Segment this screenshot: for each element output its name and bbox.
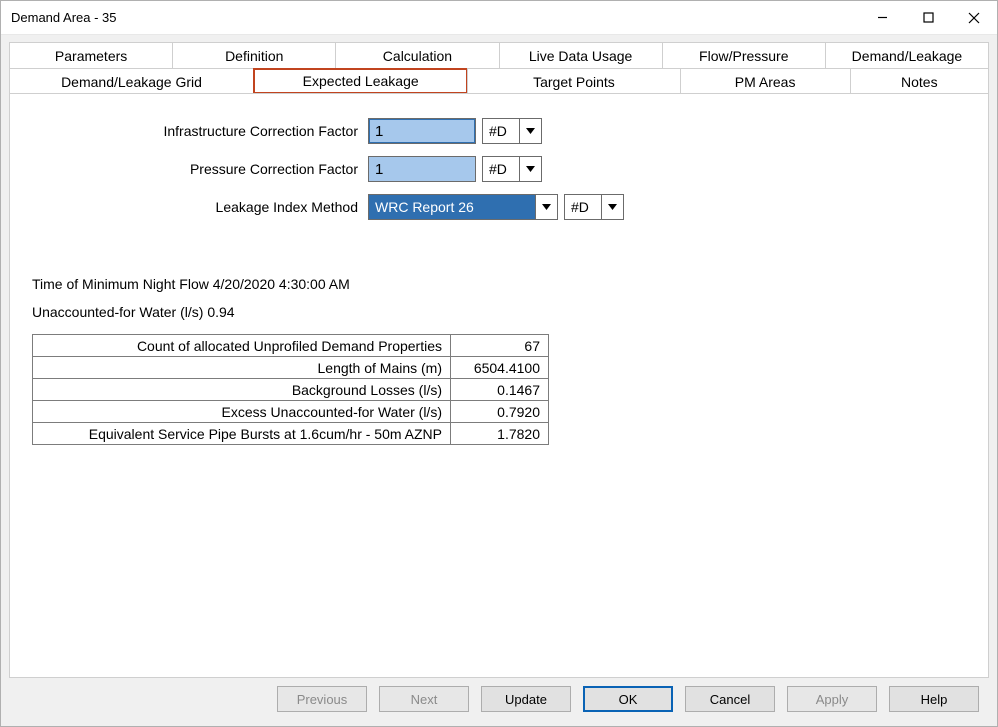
flag-value: #D xyxy=(482,118,520,144)
metric-value: 6504.4100 xyxy=(451,357,549,379)
flag-combo-icf[interactable]: #D xyxy=(482,118,542,144)
previous-button[interactable]: Previous xyxy=(277,686,367,712)
row-lim: Leakage Index Method WRC Report 26 #D xyxy=(128,194,966,220)
info-value: 4/20/2020 4:30:00 AM xyxy=(213,276,350,292)
tab-flow-pressure[interactable]: Flow/Pressure xyxy=(662,42,826,68)
table-row: Length of Mains (m) 6504.4100 xyxy=(33,357,549,379)
tab-definition[interactable]: Definition xyxy=(172,42,336,68)
tab-label: Calculation xyxy=(383,48,452,64)
table-row: Background Losses (l/s) 0.1467 xyxy=(33,379,549,401)
flag-combo-lim[interactable]: #D xyxy=(564,194,624,220)
tab-page-expected-leakage: Infrastructure Correction Factor #D Pres… xyxy=(9,93,989,678)
info-label: Unaccounted-for Water (l/s) xyxy=(32,304,203,320)
flag-value: #D xyxy=(482,156,520,182)
metric-value: 0.7920 xyxy=(451,401,549,423)
tab-notes[interactable]: Notes xyxy=(850,68,989,94)
window-controls xyxy=(859,1,997,34)
metric-value: 1.7820 xyxy=(451,423,549,445)
tab-label: Target Points xyxy=(533,74,615,90)
tab-label: PM Areas xyxy=(735,74,796,90)
tab-label: Demand/Leakage Grid xyxy=(61,74,202,90)
metric-label: Background Losses (l/s) xyxy=(33,379,451,401)
maximize-button[interactable] xyxy=(905,1,951,34)
tabs: Parameters Definition Calculation Live D… xyxy=(9,42,989,678)
cancel-button[interactable]: Cancel xyxy=(685,686,775,712)
dialog-footer: Previous Next Update OK Cancel Apply Hel… xyxy=(9,678,989,718)
unaccounted-water: Unaccounted-for Water (l/s) 0.94 xyxy=(32,304,966,320)
tab-demand-leakage[interactable]: Demand/Leakage xyxy=(825,42,989,68)
next-button[interactable]: Next xyxy=(379,686,469,712)
input-pcf[interactable] xyxy=(368,156,476,182)
label-icf: Infrastructure Correction Factor xyxy=(128,123,368,139)
flag-combo-pcf[interactable]: #D xyxy=(482,156,542,182)
demand-area-dialog: Demand Area - 35 Parameters Definition C… xyxy=(0,0,998,727)
chevron-down-icon[interactable] xyxy=(536,194,558,220)
titlebar: Demand Area - 35 xyxy=(1,1,997,35)
tab-label: Flow/Pressure xyxy=(699,48,788,64)
label-pcf: Pressure Correction Factor xyxy=(128,161,368,177)
min-night-flow: Time of Minimum Night Flow 4/20/2020 4:3… xyxy=(32,276,966,292)
tab-pm-areas[interactable]: PM Areas xyxy=(680,68,851,94)
combo-value: WRC Report 26 xyxy=(368,194,536,220)
chevron-down-icon[interactable] xyxy=(520,118,542,144)
chevron-down-icon[interactable] xyxy=(602,194,624,220)
tab-label: Definition xyxy=(225,48,283,64)
tab-live-data-usage[interactable]: Live Data Usage xyxy=(499,42,663,68)
close-button[interactable] xyxy=(951,1,997,34)
metric-label: Count of allocated Unprofiled Demand Pro… xyxy=(33,335,451,357)
metric-label: Equivalent Service Pipe Bursts at 1.6cum… xyxy=(33,423,451,445)
tab-target-points[interactable]: Target Points xyxy=(467,68,680,94)
form-area: Infrastructure Correction Factor #D Pres… xyxy=(128,118,966,220)
client-area: Parameters Definition Calculation Live D… xyxy=(1,35,997,726)
tab-expected-leakage[interactable]: Expected Leakage xyxy=(253,68,468,94)
metric-value: 67 xyxy=(451,335,549,357)
table-row: Excess Unaccounted-for Water (l/s) 0.792… xyxy=(33,401,549,423)
chevron-down-icon[interactable] xyxy=(520,156,542,182)
label-lim: Leakage Index Method xyxy=(128,199,368,215)
tab-parameters[interactable]: Parameters xyxy=(9,42,173,68)
flag-value: #D xyxy=(564,194,602,220)
tab-label: Demand/Leakage xyxy=(852,48,963,64)
row-icf: Infrastructure Correction Factor #D xyxy=(128,118,966,144)
tab-calculation[interactable]: Calculation xyxy=(335,42,499,68)
window-title: Demand Area - 35 xyxy=(11,10,117,25)
info-label: Time of Minimum Night Flow xyxy=(32,276,209,292)
table-row: Count of allocated Unprofiled Demand Pro… xyxy=(33,335,549,357)
row-pcf: Pressure Correction Factor #D xyxy=(128,156,966,182)
tab-label: Notes xyxy=(901,74,938,90)
metric-label: Excess Unaccounted-for Water (l/s) xyxy=(33,401,451,423)
tab-demand-leakage-grid[interactable]: Demand/Leakage Grid xyxy=(9,68,254,94)
info-value: 0.94 xyxy=(207,304,234,320)
ok-button[interactable]: OK xyxy=(583,686,673,712)
combo-lim[interactable]: WRC Report 26 xyxy=(368,194,558,220)
metric-value: 0.1467 xyxy=(451,379,549,401)
table-row: Equivalent Service Pipe Bursts at 1.6cum… xyxy=(33,423,549,445)
tab-label: Expected Leakage xyxy=(303,73,419,89)
metric-label: Length of Mains (m) xyxy=(33,357,451,379)
tab-label: Parameters xyxy=(55,48,127,64)
update-button[interactable]: Update xyxy=(481,686,571,712)
metrics-table: Count of allocated Unprofiled Demand Pro… xyxy=(32,334,549,445)
help-button[interactable]: Help xyxy=(889,686,979,712)
apply-button[interactable]: Apply xyxy=(787,686,877,712)
input-icf[interactable] xyxy=(368,118,476,144)
minimize-button[interactable] xyxy=(859,1,905,34)
info-block: Time of Minimum Night Flow 4/20/2020 4:3… xyxy=(32,276,966,445)
tab-strip: Parameters Definition Calculation Live D… xyxy=(9,42,989,94)
tab-label: Live Data Usage xyxy=(529,48,633,64)
